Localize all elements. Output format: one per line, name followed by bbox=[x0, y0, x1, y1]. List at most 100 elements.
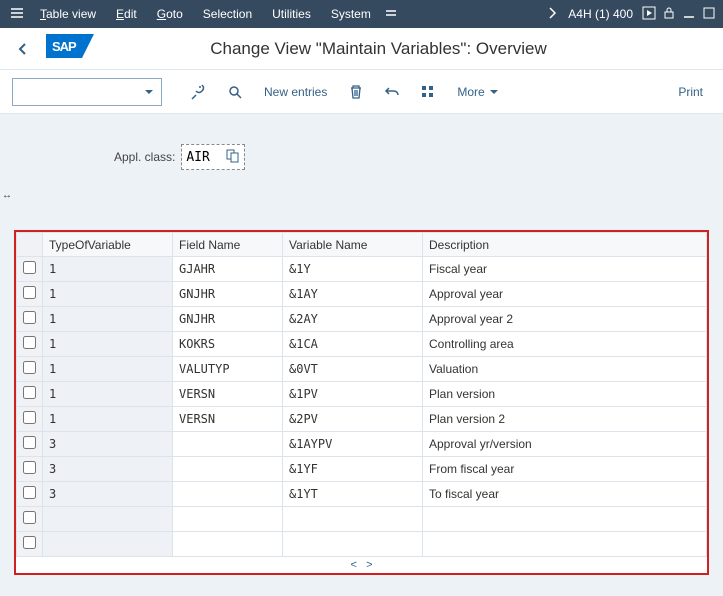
cell-field[interactable] bbox=[173, 457, 283, 482]
cell-varname[interactable]: &2PV bbox=[283, 407, 423, 432]
cell-desc[interactable]: Controlling area bbox=[423, 332, 707, 357]
cell-varname[interactable]: &1PV bbox=[283, 382, 423, 407]
cell-field[interactable]: VALUTYP bbox=[173, 357, 283, 382]
row-selector[interactable] bbox=[17, 332, 43, 357]
cell-field[interactable]: KOKRS bbox=[173, 332, 283, 357]
menu-selection[interactable]: Selection bbox=[193, 7, 262, 21]
value-help-icon[interactable] bbox=[226, 149, 240, 166]
table-row[interactable]: 1GNJHR&2AYApproval year 2 bbox=[17, 307, 707, 332]
cell-varname[interactable]: &1AY bbox=[283, 282, 423, 307]
appl-class-input-wrap[interactable] bbox=[181, 144, 245, 170]
cell-desc[interactable]: Approval yr/version bbox=[423, 432, 707, 457]
cell-varname[interactable]: &1YF bbox=[283, 457, 423, 482]
row-checkbox[interactable] bbox=[23, 261, 36, 274]
cell-field[interactable]: VERSN bbox=[173, 382, 283, 407]
menu-utilities[interactable]: Utilities bbox=[262, 7, 321, 21]
row-checkbox[interactable] bbox=[23, 336, 36, 349]
row-checkbox[interactable] bbox=[23, 436, 36, 449]
table-row[interactable]: 1VERSN&1PVPlan version bbox=[17, 382, 707, 407]
col-desc[interactable]: Description bbox=[423, 233, 707, 257]
row-checkbox[interactable] bbox=[23, 361, 36, 374]
cell-type[interactable]: 1 bbox=[43, 382, 173, 407]
cell-varname[interactable]: &1AYPV bbox=[283, 432, 423, 457]
row-checkbox[interactable] bbox=[23, 386, 36, 399]
cell-desc[interactable] bbox=[423, 507, 707, 532]
cell-type[interactable] bbox=[43, 532, 173, 557]
cell-desc[interactable]: To fiscal year bbox=[423, 482, 707, 507]
menu-overflow-icon[interactable] bbox=[381, 5, 401, 24]
col-type[interactable]: TypeOfVariable bbox=[43, 233, 173, 257]
cell-type[interactable]: 3 bbox=[43, 432, 173, 457]
row-selector[interactable] bbox=[17, 407, 43, 432]
cell-type[interactable] bbox=[43, 507, 173, 532]
row-checkbox[interactable] bbox=[23, 411, 36, 424]
table-row[interactable]: 1KOKRS&1CAControlling area bbox=[17, 332, 707, 357]
cell-desc[interactable] bbox=[423, 532, 707, 557]
more-button[interactable]: More bbox=[449, 85, 506, 99]
col-varname[interactable]: Variable Name bbox=[283, 233, 423, 257]
select-all-col[interactable] bbox=[17, 233, 43, 257]
row-checkbox[interactable] bbox=[23, 486, 36, 499]
row-selector[interactable] bbox=[17, 307, 43, 332]
cell-field[interactable] bbox=[173, 432, 283, 457]
appl-class-input[interactable] bbox=[186, 150, 226, 165]
row-selector[interactable] bbox=[17, 282, 43, 307]
new-entries-button[interactable]: New entries bbox=[256, 85, 335, 99]
cell-varname[interactable]: &1YT bbox=[283, 482, 423, 507]
table-row[interactable] bbox=[17, 507, 707, 532]
cell-varname[interactable] bbox=[283, 507, 423, 532]
row-selector[interactable] bbox=[17, 482, 43, 507]
table-row[interactable]: 1GJAHR&1YFiscal year bbox=[17, 257, 707, 282]
table-row[interactable]: 1VERSN&2PVPlan version 2 bbox=[17, 407, 707, 432]
maximize-icon[interactable] bbox=[699, 5, 719, 24]
cell-type[interactable]: 1 bbox=[43, 332, 173, 357]
row-selector[interactable] bbox=[17, 432, 43, 457]
cell-desc[interactable]: Approval year 2 bbox=[423, 307, 707, 332]
cell-desc[interactable]: Plan version 2 bbox=[423, 407, 707, 432]
menu-edit[interactable]: Edit bbox=[106, 7, 147, 21]
cell-type[interactable]: 1 bbox=[43, 282, 173, 307]
cell-field[interactable] bbox=[173, 482, 283, 507]
minimize-icon[interactable] bbox=[679, 5, 699, 24]
row-selector[interactable] bbox=[17, 382, 43, 407]
cell-desc[interactable]: Approval year bbox=[423, 282, 707, 307]
row-checkbox[interactable] bbox=[23, 311, 36, 324]
expand-handle-icon[interactable]: ↔ bbox=[2, 190, 12, 201]
row-checkbox[interactable] bbox=[23, 286, 36, 299]
chevron-right-icon[interactable] bbox=[542, 5, 562, 24]
find-icon[interactable] bbox=[220, 78, 250, 106]
menu-goto[interactable]: Goto bbox=[147, 7, 193, 21]
row-selector[interactable] bbox=[17, 457, 43, 482]
table-row[interactable]: 1VALUTYP&0VTValuation bbox=[17, 357, 707, 382]
cell-type[interactable]: 1 bbox=[43, 307, 173, 332]
lock-icon[interactable] bbox=[659, 5, 679, 24]
cell-field[interactable] bbox=[173, 532, 283, 557]
cell-field[interactable]: GNJHR bbox=[173, 307, 283, 332]
table-row[interactable]: 3&1AYPVApproval yr/version bbox=[17, 432, 707, 457]
toggle-display-icon[interactable] bbox=[184, 78, 214, 106]
cell-desc[interactable]: Fiscal year bbox=[423, 257, 707, 282]
cell-type[interactable]: 3 bbox=[43, 457, 173, 482]
table-row[interactable]: 3&1YFFrom fiscal year bbox=[17, 457, 707, 482]
hamburger-icon[interactable] bbox=[4, 5, 30, 24]
select-columns-icon[interactable] bbox=[413, 78, 443, 106]
cell-varname[interactable]: &2AY bbox=[283, 307, 423, 332]
row-checkbox[interactable] bbox=[23, 461, 36, 474]
cell-field[interactable]: VERSN bbox=[173, 407, 283, 432]
cell-type[interactable]: 1 bbox=[43, 357, 173, 382]
print-button[interactable]: Print bbox=[670, 85, 711, 99]
table-row[interactable] bbox=[17, 532, 707, 557]
cell-desc[interactable]: From fiscal year bbox=[423, 457, 707, 482]
cell-varname[interactable] bbox=[283, 532, 423, 557]
row-selector[interactable] bbox=[17, 357, 43, 382]
cell-varname[interactable]: &1Y bbox=[283, 257, 423, 282]
cell-field[interactable]: GNJHR bbox=[173, 282, 283, 307]
cell-field[interactable] bbox=[173, 507, 283, 532]
play-icon[interactable] bbox=[639, 5, 659, 24]
row-selector[interactable] bbox=[17, 507, 43, 532]
undo-icon[interactable] bbox=[377, 78, 407, 106]
menu-table-view[interactable]: Table view bbox=[30, 7, 106, 21]
col-field[interactable]: Field Name bbox=[173, 233, 283, 257]
horizontal-scroll[interactable]: < > bbox=[16, 557, 707, 573]
cell-varname[interactable]: &0VT bbox=[283, 357, 423, 382]
